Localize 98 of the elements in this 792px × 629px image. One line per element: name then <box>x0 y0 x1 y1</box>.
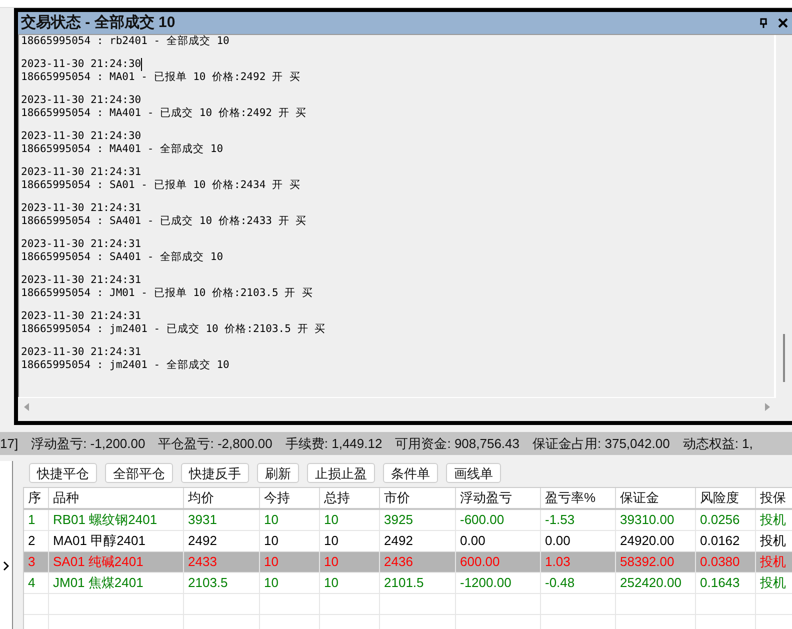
table-cell: 1.03 <box>541 552 616 572</box>
status-item: 动态权益: 1, <box>682 434 753 453</box>
log-timestamp: 2023-11-30 21:24:30 <box>21 58 142 71</box>
table-cell: 0.1643 <box>696 573 756 593</box>
pin-icon[interactable] <box>759 18 768 28</box>
table-cell: 0.0380 <box>696 552 756 572</box>
table-cell: -600.00 <box>456 510 541 530</box>
table-cell: 10 <box>320 531 380 551</box>
table-cell: 2492 <box>184 531 260 551</box>
table-cell: 2103.5 <box>184 573 260 593</box>
table-cell: 0.00 <box>541 531 616 551</box>
table-cell: -0.48 <box>541 573 616 593</box>
log-message: 18665995054 : SA01 - 已报单 10 价格:2434 开 买 <box>21 179 302 192</box>
log-message: 18665995054 : rb2401 - 全部成交 10 <box>21 35 230 48</box>
table-cell: MA01 甲醇2401 <box>49 531 184 551</box>
status-item: 保证金占用: 375,042.00 <box>532 434 670 453</box>
table-cell: 10 <box>320 552 380 572</box>
column-header[interactable]: 序 <box>24 488 49 508</box>
position-row[interactable]: 1 RB01 螺纹钢2401 3931 10 10 3925 -600.00 -1.53 39310.00 0.0256 投机 <box>24 510 792 531</box>
column-header[interactable]: 保证金 <box>616 488 696 508</box>
table-cell: 10 <box>320 510 380 530</box>
table-cell: 2 <box>24 531 49 551</box>
expand-chevron-icon[interactable] <box>3 561 9 571</box>
table-cell: 10 <box>260 531 320 551</box>
column-header[interactable]: 品种 <box>49 488 184 508</box>
table-cell: 2436 <box>380 552 456 572</box>
table-cell: 252420.00 <box>616 573 696 593</box>
toolbar-button[interactable]: 快捷反手 <box>181 463 249 483</box>
table-cell: 1 <box>24 510 49 530</box>
log-timestamp: 2023-11-30 21:24:30 <box>21 130 142 143</box>
table-cell: 0.00 <box>456 531 541 551</box>
column-header[interactable]: 浮动盈亏 <box>456 488 541 508</box>
log-message: 18665995054 : jm2401 - 已成交 10 价格:2103.5 开 买 <box>21 323 327 336</box>
scroll-left-icon[interactable] <box>24 402 29 410</box>
table-cell: 2492 <box>380 531 456 551</box>
column-header[interactable]: 风险度 <box>696 488 756 508</box>
toolbar-button[interactable]: 止损止盈 <box>307 463 375 483</box>
table-cell: RB01 螺纹钢2401 <box>49 510 184 530</box>
table-cell: 58392.00 <box>616 552 696 572</box>
log-timestamp: 2023-11-30 21:24:31 <box>21 310 142 323</box>
column-header[interactable]: 投保 <box>756 488 792 508</box>
log-timestamp: 2023-11-30 21:24:30 <box>21 94 142 107</box>
table-cell: 2433 <box>184 552 260 572</box>
log-message: 18665995054 : SA401 - 已成交 10 价格:2433 开 买 <box>21 215 308 228</box>
status-item: 平仓盈亏: -2,800.00 <box>158 434 272 453</box>
column-header[interactable]: 今持 <box>260 488 320 508</box>
position-row[interactable]: 2 MA01 甲醇2401 2492 10 10 2492 0.00 0.00 24920.00 0.0162 投机 <box>24 531 792 552</box>
table-cell: 2101.5 <box>380 573 456 593</box>
log-message: 18665995054 : MA01 - 已报单 10 价格:2492 开 买 <box>21 71 302 84</box>
table-cell: 投机 <box>756 573 792 593</box>
toolbar-button[interactable]: 全部平仓 <box>105 463 173 483</box>
log-timestamp: 2023-11-30 21:24:31 <box>21 346 142 359</box>
table-cell: 4 <box>24 573 49 593</box>
status-item: 可用资金: 908,756.43 <box>395 434 520 453</box>
close-icon[interactable] <box>778 18 788 28</box>
scrollbar-thumb[interactable] <box>783 334 785 382</box>
table-cell: 0.0162 <box>696 531 756 551</box>
log-message: 18665995054 : SA401 - 全部成交 10 <box>21 251 224 264</box>
table-cell: SA01 纯碱2401 <box>49 552 184 572</box>
column-header[interactable]: 均价 <box>184 488 260 508</box>
table-cell: 0.0256 <box>696 510 756 530</box>
table-cell: 39310.00 <box>616 510 696 530</box>
log-message: 18665995054 : MA401 - 全部成交 10 <box>21 143 224 156</box>
log-message: 18665995054 : jm2401 - 全部成交 10 <box>21 359 230 372</box>
toolbar-button[interactable]: 快捷平仓 <box>29 463 97 483</box>
toolbar-button[interactable]: 条件单 <box>383 463 438 483</box>
log-message: 18665995054 : MA401 - 已成交 10 价格:2492 开 买 <box>21 107 308 120</box>
table-cell: 3931 <box>184 510 260 530</box>
table-cell: 3925 <box>380 510 456 530</box>
log-timestamp: 2023-11-30 21:24:31 <box>21 166 142 179</box>
scroll-right-icon[interactable] <box>765 402 770 410</box>
table-cell: 24920.00 <box>616 531 696 551</box>
log-timestamp: 2023-11-30 21:24:31 <box>21 202 142 215</box>
table-cell: 投机 <box>756 531 792 551</box>
column-header[interactable]: 市价 <box>380 488 456 508</box>
toolbar-button[interactable]: 刷新 <box>257 463 299 483</box>
table-cell: 10 <box>320 573 380 593</box>
table-cell: JM01 焦煤2401 <box>49 573 184 593</box>
log-message: 18665995054 : JM01 - 已报单 10 价格:2103.5 开 买 <box>21 287 314 300</box>
column-header[interactable]: 总持 <box>320 488 380 508</box>
table-cell: 600.00 <box>456 552 541 572</box>
log-timestamp: 2023-11-30 21:24:31 <box>21 238 142 251</box>
position-row[interactable]: 4 JM01 焦煤2401 2103.5 10 10 2101.5 -1200.00 -0.48 252420.00 0.1643 投机 <box>24 573 792 594</box>
status-item: 17] <box>0 434 18 453</box>
status-item: 浮动盈亏: -1,200.00 <box>31 434 146 453</box>
table-cell: -1.53 <box>541 510 616 530</box>
column-header[interactable]: 盈亏率% <box>541 488 616 508</box>
table-cell: 10 <box>260 552 320 572</box>
toolbar-button[interactable]: 画线单 <box>446 463 501 483</box>
log-timestamp: 2023-11-30 21:24:31 <box>21 274 142 287</box>
table-cell: 投机 <box>756 552 792 572</box>
table-cell: -1200.00 <box>456 573 541 593</box>
table-cell: 3 <box>24 552 49 572</box>
window-title: 交易状态 - 全部成交 10 <box>21 12 176 33</box>
status-item: 手续费: 1,449.12 <box>285 434 382 453</box>
table-cell: 10 <box>260 573 320 593</box>
table-cell: 投机 <box>756 510 792 530</box>
table-cell: 10 <box>260 510 320 530</box>
